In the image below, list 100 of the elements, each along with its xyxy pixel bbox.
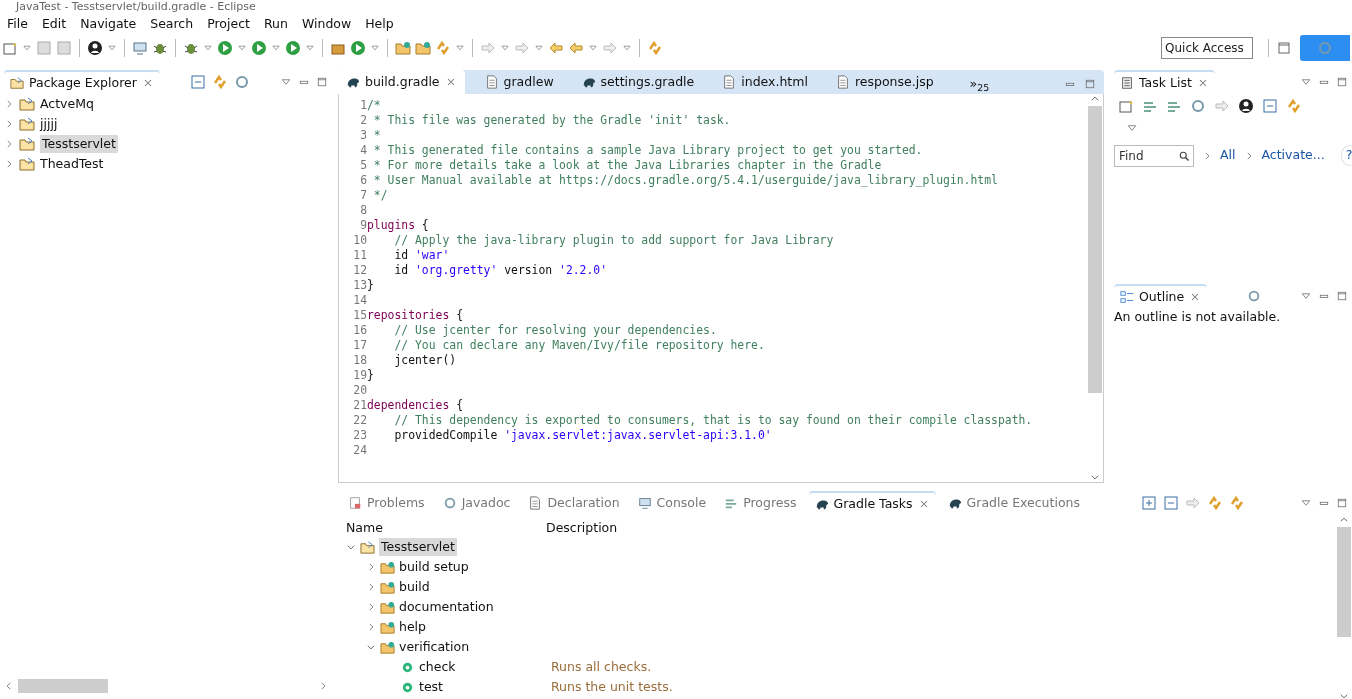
find-field[interactable]: Find	[1114, 144, 1194, 167]
forward-icon[interactable]	[602, 40, 618, 56]
folder-icon[interactable]	[415, 40, 431, 56]
menu-item[interactable]: Edit	[34, 14, 74, 34]
tree-item[interactable]: verification	[399, 637, 470, 657]
project-icon	[360, 539, 375, 555]
maximize-icon[interactable]	[1336, 497, 1348, 509]
dropdown-caret-icon[interactable]	[203, 43, 213, 53]
editor-tab[interactable]: build.gradle	[338, 70, 465, 94]
maximize-icon[interactable]	[1336, 76, 1348, 88]
expand-toggle-icon[interactable]	[366, 602, 376, 612]
expand-all-icon[interactable]	[1141, 495, 1157, 511]
dropdown-caret-icon[interactable]	[622, 43, 632, 53]
more-tabs-button[interactable]: »$_{25}$	[969, 75, 990, 94]
scroll-left-icon[interactable]	[4, 681, 14, 691]
view-tab[interactable]: Gradle Executions	[941, 491, 1086, 515]
task-link[interactable]: All	[1220, 146, 1236, 166]
open-perspective-icon[interactable]	[1276, 40, 1292, 56]
view-menu-icon[interactable]	[280, 76, 292, 88]
editor-tab[interactable]: gradlew	[476, 70, 562, 94]
menu-item[interactable]: Project	[200, 14, 257, 34]
save-all-icon[interactable]	[56, 40, 72, 56]
editor-tab[interactable]: settings.gradle	[573, 70, 703, 94]
person-icon[interactable]	[87, 40, 103, 56]
quick-access-field[interactable]: Quick Access	[1161, 37, 1253, 59]
expand-toggle-icon[interactable]	[366, 582, 376, 592]
view-tab[interactable]: Problems	[342, 491, 431, 515]
save-icon[interactable]	[36, 40, 52, 56]
sync-icon[interactable]	[1229, 495, 1245, 511]
menu-item[interactable]: Window	[294, 14, 359, 34]
expand-toggle-icon[interactable]	[366, 642, 376, 652]
tree-item[interactable]: Tesstservlet	[379, 537, 457, 557]
explorer-tree-item[interactable]: TheadTest	[40, 154, 104, 174]
menu-item[interactable]: Search	[143, 14, 201, 34]
tree-item[interactable]: build setup	[399, 557, 469, 577]
tree-item[interactable]: help	[399, 617, 427, 637]
view-menu-icon[interactable]	[1300, 76, 1312, 88]
expand-toggle-icon[interactable]	[366, 622, 376, 632]
task-list-icon	[1120, 76, 1134, 90]
expand-toggle-icon[interactable]	[366, 562, 376, 572]
tree-item[interactable]: documentation	[399, 597, 494, 617]
expand-toggle-icon[interactable]	[4, 139, 14, 149]
view-tab[interactable]: Javadoc	[436, 491, 517, 515]
new-task-icon[interactable]	[1118, 98, 1134, 114]
maximize-icon[interactable]	[1336, 290, 1348, 303]
dropdown-caret-icon[interactable]	[271, 43, 281, 53]
scrollbar-thumb[interactable]	[1337, 527, 1351, 637]
view-tab[interactable]: Progress	[718, 491, 803, 515]
view-tab[interactable]: Console	[631, 491, 713, 515]
new-icon[interactable]	[2, 40, 18, 56]
dropdown-caret-icon[interactable]	[500, 43, 510, 53]
tree-item[interactable]: build	[399, 577, 430, 597]
explorer-tree-item[interactable]: ActveMq	[40, 94, 94, 114]
sync-icon[interactable]	[647, 40, 663, 56]
search-icon[interactable]	[1178, 149, 1190, 162]
collapse-all-icon[interactable]	[1163, 495, 1179, 511]
open-folder-icon[interactable]	[395, 40, 411, 56]
dropdown-caret-icon[interactable]	[455, 43, 465, 53]
scrollbar-thumb[interactable]	[18, 679, 108, 693]
scroll-right-icon[interactable]	[318, 681, 328, 691]
code-line: // Apply the java-library plugin to add support for Java Library	[393, 233, 834, 247]
dropdown-caret-icon[interactable]	[534, 43, 544, 53]
scrollbar-thumb[interactable]	[1088, 106, 1102, 393]
dropdown-caret-icon[interactable]	[305, 43, 315, 53]
code-line: *	[372, 128, 381, 142]
maximize-icon[interactable]	[316, 76, 328, 88]
column-header[interactable]: Name	[346, 519, 546, 537]
editor-tab[interactable]: response.jsp	[827, 70, 942, 94]
expand-toggle-icon[interactable]	[4, 159, 14, 169]
tree-item[interactable]: check	[419, 657, 456, 677]
menu-item[interactable]: Help	[358, 14, 401, 34]
synchronize-icon[interactable]	[1286, 98, 1302, 114]
dropdown-caret-icon[interactable]	[22, 43, 32, 53]
expand-toggle-icon[interactable]	[4, 99, 14, 109]
menu-item[interactable]: Run	[256, 14, 295, 34]
scroll-up-icon[interactable]	[1090, 94, 1100, 104]
run-icon[interactable]	[217, 40, 233, 56]
scroll-up-icon[interactable]	[1339, 515, 1349, 525]
dropdown-caret-icon[interactable]	[107, 43, 117, 53]
tree-item[interactable]: test	[419, 677, 443, 697]
menu-item[interactable]: File	[0, 14, 35, 34]
maximize-icon[interactable]	[1084, 78, 1096, 90]
scroll-down-icon[interactable]	[1090, 472, 1100, 482]
view-menu-icon[interactable]	[1300, 497, 1312, 509]
dropdown-caret-icon[interactable]	[588, 43, 598, 53]
editor-tab[interactable]: index.html	[714, 70, 816, 94]
menu-item[interactable]: Navigate	[73, 14, 144, 34]
explorer-tree-item[interactable]: jjjjj	[40, 114, 58, 134]
task-link[interactable]: Activate...	[1261, 146, 1325, 166]
view-tab[interactable]: Declaration	[522, 491, 626, 515]
expand-toggle-icon[interactable]	[4, 119, 14, 129]
dropdown-caret-icon[interactable]	[237, 43, 247, 53]
expand-toggle-icon[interactable]	[346, 542, 356, 552]
column-header[interactable]: Description	[546, 519, 618, 537]
code-line: id 'war'	[393, 248, 450, 262]
back-icon[interactable]	[568, 40, 584, 56]
dropdown-caret-icon[interactable]	[370, 43, 380, 53]
collapse-all-icon[interactable]	[189, 74, 206, 90]
scroll-down-icon[interactable]	[1339, 691, 1349, 699]
explorer-tree-item[interactable]: Tesstservlet	[40, 134, 118, 154]
